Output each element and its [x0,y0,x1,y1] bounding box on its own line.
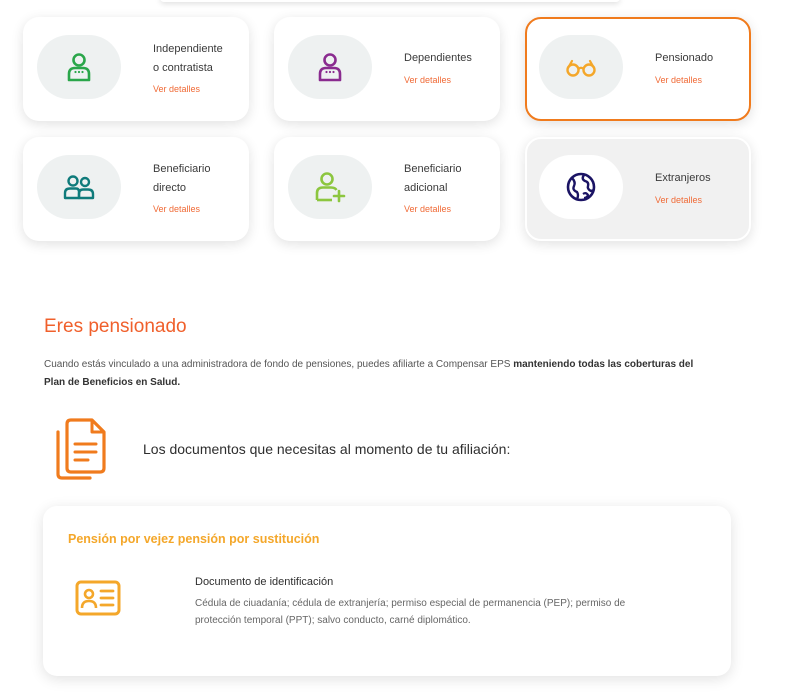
person-add-icon [315,172,346,203]
card-icon-background [37,155,121,219]
documents-heading: Los documentos que necesitas al momento … [143,441,511,457]
card-label: Pensionado [655,49,745,68]
card-label-line-1: Extranjeros [655,172,711,184]
card-icon-background [37,35,121,99]
card-icon-background [539,35,623,99]
ver-detalles-link[interactable]: Ver detalles [655,195,702,205]
card-icon-background [539,155,623,219]
id-card-icon [75,580,121,616]
card-label: Beneficiario adicional [404,160,494,198]
document-title: Documento de identificación [195,576,334,588]
card-label-line-2: o contratista [153,62,213,74]
card-label-line-1: Beneficiario [404,163,462,175]
card-label: Independiente o contratista [153,40,243,78]
card-beneficiario-directo[interactable]: Beneficiario directo Ver detalles [23,137,249,241]
person-icon [67,53,91,82]
card-dependientes[interactable]: Dependientes Ver detalles [274,17,500,121]
documents-icon [56,418,106,480]
section-intro: Cuando estás vinculado a una administrad… [44,356,694,392]
ver-detalles-link[interactable]: Ver detalles [655,75,702,85]
pension-panel: Pensión por vejez pensión por sustitució… [43,506,731,676]
top-search-bar-edge [160,0,620,2]
ver-detalles-link[interactable]: Ver detalles [153,84,200,94]
intro-text: Cuando estás vinculado a una administrad… [44,359,514,370]
card-beneficiario-adicional[interactable]: Beneficiario adicional Ver detalles [274,137,500,241]
person-icon [318,53,342,82]
panel-title: Pensión por vejez pensión por sustitució… [68,532,320,546]
card-icon-background [288,155,372,219]
globe-icon [566,172,596,202]
ver-detalles-link[interactable]: Ver detalles [153,204,200,214]
glasses-icon [566,59,596,77]
card-extranjeros[interactable]: Extranjeros Ver detalles [525,137,751,241]
card-label: Extranjeros [655,169,745,188]
ver-detalles-link[interactable]: Ver detalles [404,75,451,85]
card-icon-background [288,35,372,99]
document-description: Cédula de ciuadanía; cédula de extranjer… [195,598,626,626]
card-pensionado[interactable]: Pensionado Ver detalles [525,17,751,121]
card-label-line-2: adicional [404,182,448,194]
card-label-line-2: directo [153,182,187,194]
card-label-line-1: Pensionado [655,52,714,64]
card-label-line-1: Independiente [153,43,223,55]
ver-detalles-link[interactable]: Ver detalles [404,204,451,214]
section-title: Eres pensionado [44,316,187,337]
card-independiente[interactable]: Independiente o contratista Ver detalles [23,17,249,121]
card-label: Dependientes [404,49,494,68]
group-icon [63,175,95,200]
card-label-line-1: Beneficiario [153,163,211,175]
card-label: Beneficiario directo [153,160,243,198]
card-label-line-1: Dependientes [404,52,472,64]
